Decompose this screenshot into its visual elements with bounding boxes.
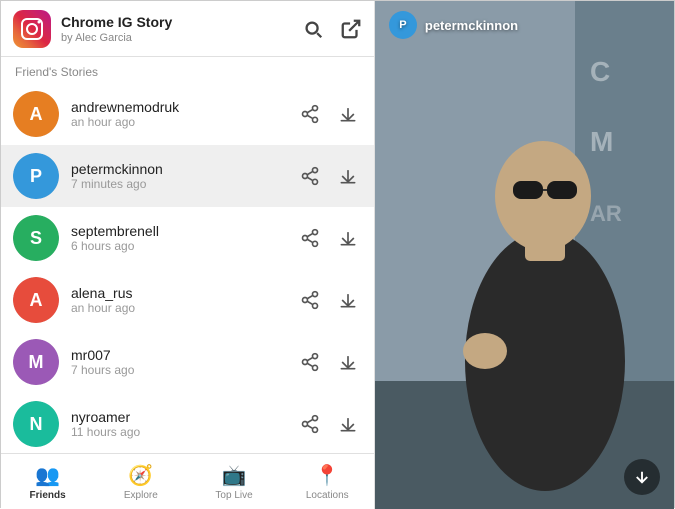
right-panel: C M AR P petermckinnon <box>375 1 674 509</box>
story-time: 7 minutes ago <box>71 177 296 191</box>
svg-text:M: M <box>590 126 613 157</box>
video-username-bar: P petermckinnon <box>389 11 518 39</box>
story-username: alena_rus <box>71 285 296 301</box>
avatar-image: M <box>13 339 59 385</box>
story-time: 7 hours ago <box>71 363 296 377</box>
app-header: Chrome IG Story by Alec Garcia <box>1 1 374 57</box>
nav-icon: 📺 <box>222 463 247 488</box>
nav-icon: 📍 <box>315 463 340 488</box>
story-actions <box>296 224 362 252</box>
share-icon[interactable] <box>296 100 324 128</box>
svg-text:C: C <box>590 56 610 87</box>
download-icon[interactable] <box>334 100 362 128</box>
story-actions <box>296 410 362 438</box>
search-icon[interactable] <box>302 18 324 40</box>
download-icon[interactable] <box>334 410 362 438</box>
avatar-image: N <box>13 401 59 447</box>
story-item[interactable]: A andrewnemodruk an hour ago <box>1 83 374 145</box>
avatar: A <box>13 91 59 137</box>
nav-label: Top Live <box>215 490 252 501</box>
story-info: petermckinnon 7 minutes ago <box>71 161 296 191</box>
left-panel: Chrome IG Story by Alec Garcia Friend's … <box>1 1 375 509</box>
nav-item-top-live[interactable]: 📺 Top Live <box>187 454 280 509</box>
share-icon[interactable] <box>296 410 324 438</box>
download-icon[interactable] <box>334 348 362 376</box>
avatar-image: A <box>13 91 59 137</box>
download-button[interactable] <box>624 459 660 495</box>
avatar: S <box>13 215 59 261</box>
story-username: septembrenell <box>71 223 296 239</box>
story-actions <box>296 348 362 376</box>
header-text: Chrome IG Story by Alec Garcia <box>61 13 302 43</box>
story-item[interactable]: M mr007 7 hours ago <box>1 331 374 393</box>
story-username: mr007 <box>71 347 296 363</box>
story-time: an hour ago <box>71 301 296 315</box>
download-icon[interactable] <box>334 162 362 190</box>
story-actions <box>296 286 362 314</box>
share-icon[interactable] <box>296 162 324 190</box>
nav-item-explore[interactable]: 🧭 Explore <box>94 454 187 509</box>
share-icon[interactable] <box>296 286 324 314</box>
avatar-image: A <box>13 277 59 323</box>
stories-list: A andrewnemodruk an hour ago <box>1 83 374 453</box>
nav-icon: 👥 <box>35 463 60 488</box>
story-username: petermckinnon <box>71 161 296 177</box>
header-actions <box>302 18 362 40</box>
video-username-text: petermckinnon <box>425 18 518 33</box>
app-subtitle: by Alec Garcia <box>61 32 302 44</box>
story-time: an hour ago <box>71 115 296 129</box>
app-title: Chrome IG Story <box>61 13 302 31</box>
open-external-icon[interactable] <box>340 18 362 40</box>
nav-label: Friends <box>30 490 66 501</box>
nav-item-friends[interactable]: 👥 Friends <box>1 454 94 509</box>
story-actions <box>296 100 362 128</box>
svg-text:AR: AR <box>590 201 622 226</box>
app-icon <box>13 10 51 48</box>
video-avatar: P <box>389 11 417 39</box>
story-info: alena_rus an hour ago <box>71 285 296 315</box>
story-info: nyroamer 11 hours ago <box>71 409 296 439</box>
avatar-image: S <box>13 215 59 261</box>
avatar: M <box>13 339 59 385</box>
section-label: Friend's Stories <box>1 57 374 83</box>
avatar: P <box>13 153 59 199</box>
avatar-image: P <box>13 153 59 199</box>
avatar: N <box>13 401 59 447</box>
story-actions <box>296 162 362 190</box>
nav-item-locations[interactable]: 📍 Locations <box>281 454 374 509</box>
bottom-nav: 👥 Friends 🧭 Explore 📺 Top Live 📍 Locatio… <box>1 453 374 509</box>
share-icon[interactable] <box>296 224 324 252</box>
download-icon[interactable] <box>334 224 362 252</box>
nav-icon: 🧭 <box>128 463 153 488</box>
story-username: andrewnemodruk <box>71 99 296 115</box>
nav-label: Locations <box>306 490 349 501</box>
story-info: mr007 7 hours ago <box>71 347 296 377</box>
nav-label: Explore <box>124 490 158 501</box>
video-background: C M AR <box>375 1 674 509</box>
share-icon[interactable] <box>296 348 324 376</box>
story-item[interactable]: P petermckinnon 7 minutes ago <box>1 145 374 207</box>
story-time: 6 hours ago <box>71 239 296 253</box>
story-item[interactable]: S septembrenell 6 hours ago <box>1 207 374 269</box>
story-item[interactable]: A alena_rus an hour ago <box>1 269 374 331</box>
story-username: nyroamer <box>71 409 296 425</box>
story-time: 11 hours ago <box>71 425 296 439</box>
avatar: A <box>13 277 59 323</box>
story-info: andrewnemodruk an hour ago <box>71 99 296 129</box>
download-icon[interactable] <box>334 286 362 314</box>
story-info: septembrenell 6 hours ago <box>71 223 296 253</box>
story-item[interactable]: N nyroamer 11 hours ago <box>1 393 374 453</box>
